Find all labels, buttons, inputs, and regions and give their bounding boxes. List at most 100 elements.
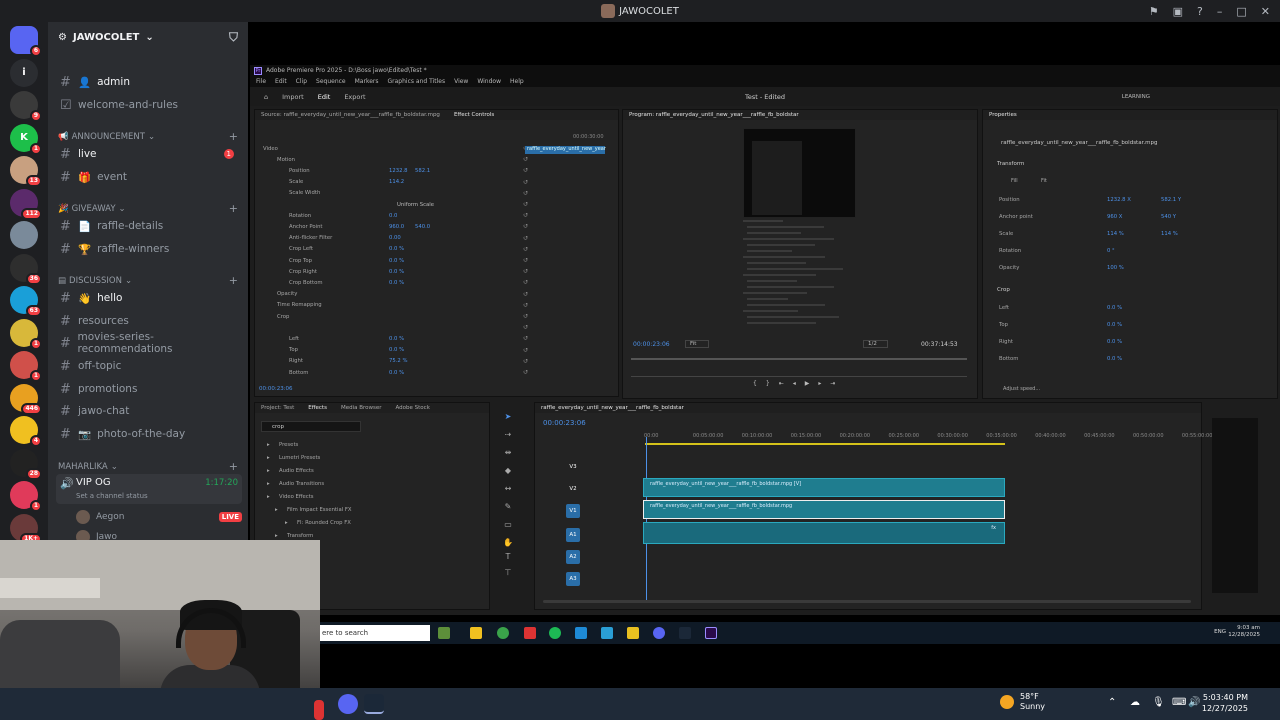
close-icon[interactable]: ✕ [1261,5,1270,18]
reset-icon[interactable]: ↺ [523,347,528,354]
add-channel-icon[interactable]: + [229,130,238,143]
effect-row[interactable]: Position 1232.8 582.1 ↺ [255,165,618,176]
mark-in-icon[interactable]: { [753,380,757,387]
effect-row[interactable]: Opacity ↺ [255,289,618,300]
clip-v1[interactable]: raffle_everyday_until_new_year___raffle_… [643,500,1005,519]
channel-hello[interactable]: # 👋 hello [56,288,242,308]
effect-row[interactable]: Left 0.0 % ↺ [255,333,618,344]
track-label-v2[interactable]: V2 [566,482,580,496]
effect-param-value[interactable]: 0.0 % [389,370,404,376]
chevron-up-icon[interactable]: ⌃ [1108,697,1116,708]
channel-photo-of-the-day[interactable]: # 📷 photo-of-the-day [56,424,242,444]
channel-admin[interactable]: # 👤 admin [56,72,242,92]
track-label-v1[interactable]: V1 [566,504,580,518]
property-row[interactable]: Rotation 0 ° [983,245,1277,256]
learning-label[interactable]: LEARNING [1122,94,1150,100]
effect-row[interactable]: ↺ [255,322,618,333]
effect-row[interactable]: Scale 114.2 ↺ [255,177,618,188]
effect-param-value[interactable]: 0.0 % [389,258,404,264]
fit-button[interactable]: Fit [1041,178,1047,184]
crop-row[interactable]: Left 0.0 % [983,302,1277,313]
effect-row[interactable]: Anchor Point 960.0 540.0 ↺ [255,221,618,232]
reset-icon[interactable]: ↺ [523,291,528,298]
effect-param-value[interactable]: 582.1 [415,168,430,174]
category-discussion[interactable]: ▤ DISCUSSION ⌄ + [58,274,242,287]
reset-icon[interactable]: ↺ [523,223,528,230]
maximize-icon[interactable]: □ [1236,5,1246,18]
property-value[interactable]: 114 % [1161,231,1178,237]
effect-param-value[interactable]: 0.00 [389,235,401,241]
fit-dropdown[interactable]: Fit [685,340,710,348]
voice-user-aegon[interactable]: Aegon LIVE [76,508,242,526]
go-to-in-icon[interactable]: ⇤ [779,380,784,387]
track-label-v3[interactable]: V3 [566,460,580,474]
effect-param-value[interactable]: 114.2 [389,179,404,185]
effect-param-value[interactable]: 0.0 % [389,336,404,342]
step-back-icon[interactable]: ◂ [793,380,796,387]
channel-off-topic[interactable]: # off-topic [56,356,242,376]
effect-param-value[interactable]: Uniform Scale [397,202,434,208]
reset-icon[interactable]: ↺ [523,201,528,208]
channel-promotions[interactable]: # promotions [56,379,242,399]
menu-item-edit[interactable]: Edit [275,78,287,85]
channel-raffle-details[interactable]: # 📄 raffle-details [56,216,242,236]
reset-icon[interactable]: ↺ [523,190,528,197]
server-icon[interactable]: 6 [10,26,42,57]
server-icon[interactable]: 36 [10,253,42,285]
crop-value[interactable]: 0.0 % [1107,339,1122,345]
effect-param-value[interactable]: 0.0 % [389,280,404,286]
razor-icon[interactable]: ◆ [502,464,514,476]
invite-icon[interactable]: ⛉ [229,30,238,45]
reset-icon[interactable]: ↺ [523,302,528,309]
channel-jawo-chat[interactable]: # jawo-chat [56,401,242,421]
clip-v2[interactable]: raffle_everyday_until_new_year___raffle_… [643,478,1005,497]
effect-row[interactable]: Crop ↺ [255,311,618,322]
property-value[interactable]: 540 Y [1161,214,1176,220]
program-zoom-bar[interactable] [631,376,967,377]
playhead[interactable] [646,437,647,601]
program-timecode[interactable]: 00:00:23:06 [633,341,670,348]
property-value[interactable]: 1232.8 X [1107,197,1131,203]
effect-tree-item[interactable]: ▸ FI: Rounded Crop FX [255,517,489,528]
property-row[interactable]: Scale 114 % 114 % [983,228,1277,239]
work-area-bar[interactable] [645,443,1005,445]
reset-icon[interactable]: ↺ [523,167,528,174]
effect-row[interactable]: Top 0.0 % ↺ [255,345,618,356]
menu-item-sequence[interactable]: Sequence [316,78,346,85]
tab-source[interactable]: Source: raffle_everyday_until_new_year__… [261,112,440,118]
effect-row[interactable]: Anti-flicker Filter 0.00 ↺ [255,233,618,244]
property-value[interactable]: 960 X [1107,214,1122,220]
ec-timecode[interactable]: 00:00:23:06 [259,386,293,392]
effect-row[interactable]: Motion ↺ [255,154,618,165]
taskbar-clock[interactable]: 5:03:40 PM 12/27/2025 [1202,692,1248,714]
effect-row[interactable]: Crop Bottom 0.0 % ↺ [255,277,618,288]
server-icon[interactable]: 1 [10,318,42,350]
effect-row[interactable]: Rotation 0.0 ↺ [255,210,618,221]
caption-icon[interactable]: ⊤ [502,566,514,578]
network-icon[interactable]: ⌨ [1172,697,1186,708]
effect-row[interactable]: Crop Top 0.0 % ↺ [255,255,618,266]
mic-icon[interactable]: 🎙 [1152,697,1165,708]
screen-icon[interactable]: ▣ [1173,5,1183,18]
inbox-icon[interactable]: ⚑ [1149,5,1159,18]
effect-param-value[interactable]: 540.0 [415,224,430,230]
tab-export[interactable]: Export [344,93,365,101]
server-icon[interactable]: K1 [10,123,42,155]
pen-icon[interactable]: ✎ [502,500,514,512]
channel-event[interactable]: # 🎁 event [56,167,242,187]
crop-value[interactable]: 0.0 % [1107,322,1122,328]
crop-row[interactable]: Right 0.0 % [983,336,1277,347]
reset-icon[interactable]: ↺ [523,279,528,286]
effect-tree-item[interactable]: ▸ Film Impact Essential FX [255,504,489,515]
server-icon[interactable]: 4 [10,416,42,447]
crop-value[interactable]: 0.0 % [1107,305,1122,311]
tab-project-test[interactable]: Project: Test [261,405,294,411]
crop-row[interactable]: Top 0.0 % [983,319,1277,330]
reset-icon[interactable]: ↺ [523,246,528,253]
effect-tree-item[interactable]: ▸ Audio Effects [255,465,489,476]
voice-status[interactable]: Set a channel status [76,492,148,500]
property-value[interactable]: 0 ° [1107,248,1115,254]
type-icon[interactable]: T [502,550,514,562]
server-icon[interactable]: 13 [10,156,42,187]
timeline-timecode[interactable]: 00:00:23:06 [543,419,586,427]
